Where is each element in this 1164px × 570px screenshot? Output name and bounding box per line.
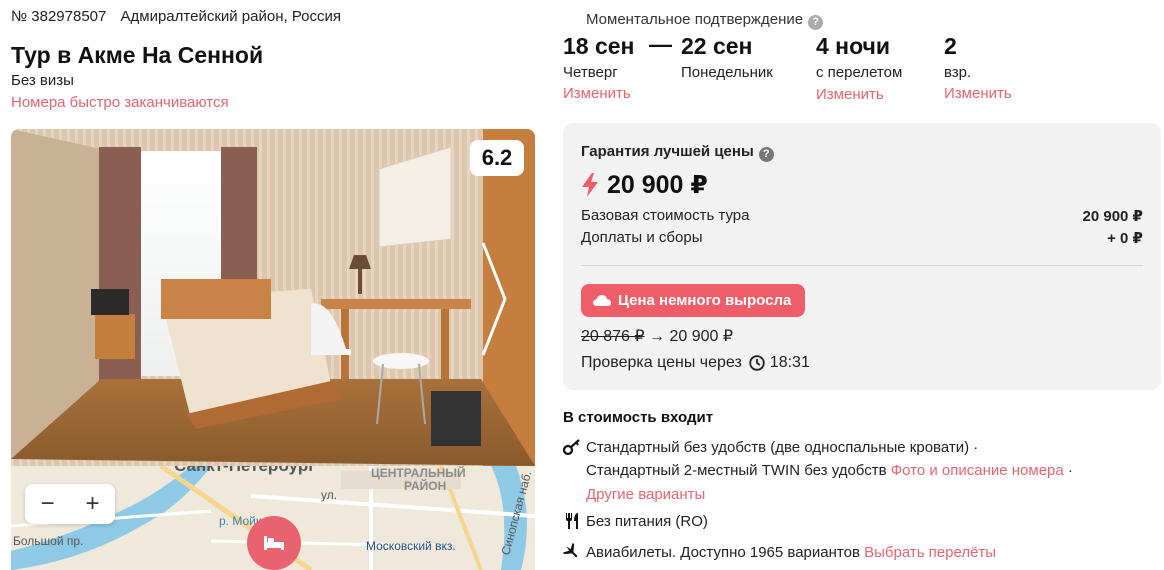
zoom-in-button[interactable]: + — [73, 484, 113, 524]
key-icon — [563, 439, 580, 456]
base-cost-value: 20 900 ₽ — [1082, 208, 1143, 225]
nights-count: 4 ночи — [816, 33, 891, 59]
date-from: 18 сен — [563, 33, 635, 59]
meal-plan: Без питания (RO) — [586, 513, 708, 530]
price-increased-badge: Цена немного выросла — [581, 284, 806, 317]
tour-location: Адмиралтейский район, Россия — [120, 8, 342, 25]
price-recheck: Проверка цены через 18:31 — [581, 354, 810, 372]
visa-info: Без визы — [11, 72, 74, 89]
map-city-label: Санкт-Петербург — [174, 466, 315, 476]
hotel-map-pin[interactable] — [247, 516, 301, 570]
chevron-right-icon — [481, 242, 507, 356]
includes-title: В стоимость входит — [563, 409, 714, 426]
zoom-out-button[interactable]: − — [28, 484, 68, 524]
new-price: 20 900 ₽ — [669, 328, 734, 345]
total-price: 20 900 ₽ — [581, 170, 708, 200]
price-change: 20 876 ₽ → 20 900 ₽ — [581, 326, 733, 346]
total-price-value: 20 900 ₽ — [607, 171, 708, 199]
question-circle-icon[interactable]: ? — [758, 147, 774, 162]
room-photo-image — [11, 129, 535, 466]
room-separator: · — [1067, 462, 1073, 479]
lightning-icon — [582, 173, 598, 197]
day-to: Понедельник — [681, 64, 773, 81]
map-district-label-2: РАЙОН — [404, 479, 447, 493]
fees-value: + 0 ₽ — [1107, 230, 1143, 247]
fork-knife-icon — [566, 513, 578, 529]
price-increased-label: Цена немного выросла — [618, 292, 792, 309]
instant-confirmation: Моментальное подтверждение? — [586, 11, 824, 30]
tour-number: № 382978507 — [11, 8, 107, 25]
tour-meta: № 382978507 Адмиралтейский район, Россия — [11, 8, 341, 25]
fees-label: Доплаты и сборы — [581, 229, 703, 246]
map-zoom-control: − + — [25, 484, 115, 524]
hotel-map[interactable]: Санкт-Петербург ЦЕНТРАЛЬНЫЙ РАЙОН р. Мой… — [11, 466, 535, 570]
guests-sub: взр. — [944, 64, 972, 81]
room-photos-link[interactable]: Фото и описание номера — [891, 462, 1064, 479]
date-dash: — — [649, 31, 672, 57]
map-district-label: ЦЕНТРАЛЬНЫЙ — [371, 466, 466, 480]
price-arrow: → — [649, 328, 666, 345]
room-line-2: Стандартный 2-местный TWIN без удобств Ф… — [586, 462, 1073, 479]
page-title: Тур в Акме На Сенной — [11, 42, 264, 68]
date-to: 22 сен — [681, 33, 753, 59]
instant-confirmation-label: Моментальное подтверждение — [586, 11, 804, 28]
price-guarantee: Гарантия лучшей цены? — [581, 143, 774, 162]
room-type: Стандартный 2-местный TWIN без удобств — [586, 462, 887, 479]
change-guests-link[interactable]: Изменить — [944, 85, 1012, 102]
recheck-label: Проверка цены через — [581, 354, 742, 371]
bed-icon — [264, 536, 284, 550]
map-station-label: Московский вкз. — [366, 539, 456, 553]
nights-sub: с перелетом — [816, 64, 903, 81]
price-guarantee-label: Гарантия лучшей цены — [581, 143, 754, 160]
map-prospect-label: Большой пр. — [13, 534, 84, 548]
question-circle-icon[interactable]: ? — [808, 15, 824, 30]
base-cost-row: Базовая стоимость тура 20 900 ₽ — [581, 207, 1143, 225]
recheck-time: 18:31 — [769, 354, 810, 371]
map-street-label: ул. — [321, 488, 338, 502]
rating-badge: 6.2 — [470, 140, 524, 176]
base-cost-label: Базовая стоимость тура — [581, 207, 750, 224]
clock-icon — [749, 355, 765, 371]
choose-flights-link[interactable]: Выбрать перелёты — [864, 544, 996, 561]
old-price: 20 876 ₽ — [581, 328, 645, 345]
cloud-up-icon — [593, 294, 611, 306]
change-dates-link[interactable]: Изменить — [563, 85, 631, 102]
price-card: Гарантия лучшей цены? 20 900 ₽ Базовая с… — [563, 123, 1161, 390]
room-line-1: Стандартный без удобств (две односпальны… — [586, 439, 979, 456]
rooms-warning: Номера быстро заканчиваются — [11, 94, 229, 111]
flights-info: Авиабилеты. Доступно 1965 вариантов — [586, 544, 860, 561]
hotel-photo[interactable]: 6.2 — [11, 129, 535, 466]
price-divider — [581, 265, 1143, 266]
change-nights-link[interactable]: Изменить — [816, 86, 884, 103]
day-from: Четверг — [563, 64, 618, 81]
guests-count: 2 — [944, 33, 957, 59]
next-photo-button[interactable] — [479, 239, 509, 359]
other-options-link[interactable]: Другие варианты — [586, 486, 705, 503]
fees-row: Доплаты и сборы + 0 ₽ — [581, 229, 1143, 247]
flights-row: Авиабилеты. Доступно 1965 вариантов Выбр… — [586, 544, 996, 561]
plane-icon — [563, 543, 578, 558]
